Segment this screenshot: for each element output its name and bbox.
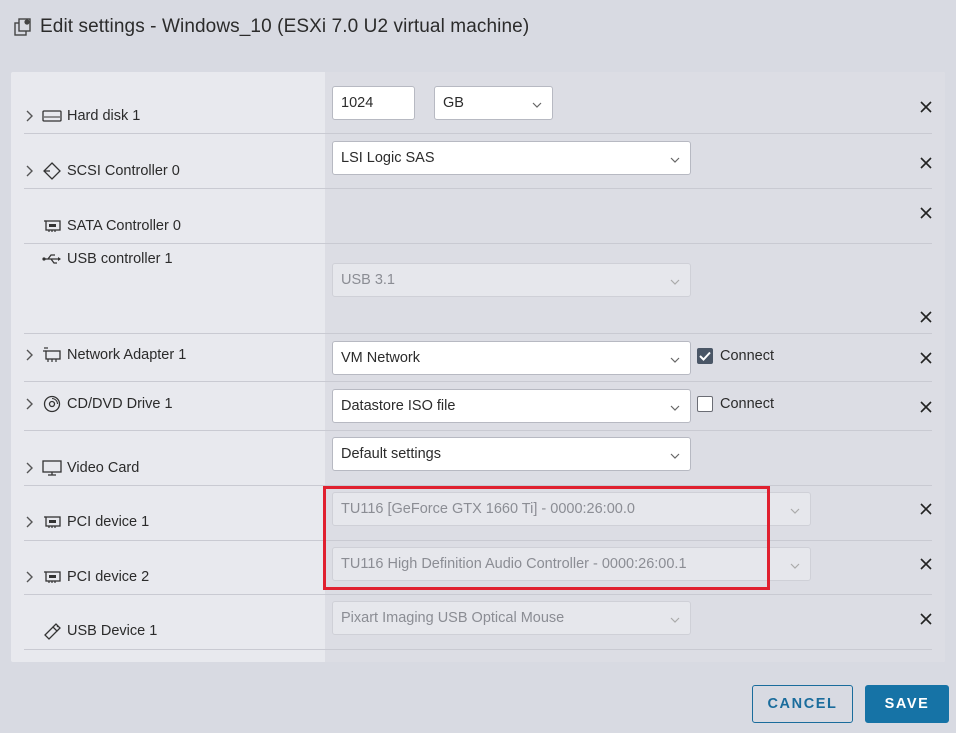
device-label: PCI device 2	[67, 569, 150, 585]
device-row-cd-dvd-drive-1: CD/DVD Drive 1 Datastore ISO file Connec…	[24, 382, 932, 431]
device-label: USB controller 1	[67, 251, 173, 267]
chevron-down-icon	[670, 449, 680, 459]
video-card-select[interactable]: Default settings	[332, 437, 691, 471]
remove-device-button[interactable]	[919, 557, 933, 571]
checkbox-checked-icon[interactable]	[697, 348, 713, 364]
hard-disk-icon	[42, 107, 62, 125]
disk-size-input[interactable]: 1024	[332, 86, 415, 120]
remove-device-button[interactable]	[919, 351, 933, 365]
scsi-controller-icon	[42, 162, 62, 180]
monitor-icon	[42, 459, 62, 477]
network-adapter-icon	[42, 346, 62, 364]
device-label: USB Device 1	[67, 623, 158, 639]
device-label: Network Adapter 1	[67, 347, 187, 363]
chevron-right-icon[interactable]	[24, 106, 36, 126]
chevron-down-icon	[670, 275, 680, 285]
device-row-hard-disk-1: Hard disk 1 1024 GB	[24, 78, 932, 134]
cd-dvd-media-select[interactable]: Datastore ISO file	[332, 389, 691, 423]
network-connect-checkbox[interactable]: Connect	[697, 348, 774, 364]
dialog-title: Edit settings - Windows_10 (ESXi 7.0 U2 …	[14, 14, 529, 40]
chevron-down-icon	[670, 613, 680, 623]
device-label: Hard disk 1	[67, 108, 141, 124]
remove-device-button[interactable]	[919, 612, 933, 626]
save-button[interactable]: SAVE	[865, 685, 949, 723]
chevron-right-icon[interactable]	[24, 345, 36, 365]
device-label: SCSI Controller 0	[67, 163, 180, 179]
remove-device-button[interactable]	[919, 100, 933, 114]
device-row-scsi-controller-0: SCSI Controller 0 LSI Logic SAS	[24, 134, 932, 189]
cancel-button[interactable]: CANCEL	[752, 685, 853, 723]
device-label: CD/DVD Drive 1	[67, 396, 173, 412]
device-label: PCI device 1	[67, 514, 150, 530]
chevron-right-icon[interactable]	[24, 567, 36, 587]
device-row-usb-controller-1: USB controller 1 USB 3.1	[24, 244, 932, 334]
pci-device-icon	[42, 568, 62, 586]
disk-unit-select[interactable]: GB	[434, 86, 553, 120]
device-row-usb-device-1: USB Device 1 Pixart Imaging USB Optical …	[24, 595, 932, 650]
network-select[interactable]: VM Network	[332, 341, 691, 375]
device-label: Video Card	[67, 460, 140, 476]
pci-device-icon	[42, 513, 62, 531]
chevron-down-icon	[670, 353, 680, 363]
remove-device-button[interactable]	[919, 156, 933, 170]
usb-device-select[interactable]: Pixart Imaging USB Optical Mouse	[332, 601, 691, 635]
cd-dvd-icon	[42, 395, 62, 413]
usb-icon	[42, 250, 62, 268]
chevron-right-icon[interactable]	[24, 161, 36, 181]
remove-device-button[interactable]	[919, 502, 933, 516]
remove-device-button[interactable]	[919, 206, 933, 220]
chevron-down-icon	[790, 504, 800, 514]
chevron-right-icon[interactable]	[24, 394, 36, 414]
cd-dvd-connect-checkbox[interactable]: Connect	[697, 396, 774, 412]
remove-device-button[interactable]	[919, 310, 933, 324]
usb-version-select[interactable]: USB 3.1	[332, 263, 691, 297]
chevron-down-icon	[670, 153, 680, 163]
chevron-right-icon[interactable]	[24, 512, 36, 532]
chevron-right-icon[interactable]	[24, 458, 36, 478]
chevron-down-icon	[790, 559, 800, 569]
vm-settings-icon	[14, 18, 32, 36]
dialog-title-text: Edit settings - Windows_10 (ESXi 7.0 U2 …	[40, 16, 530, 37]
remove-device-button[interactable]	[919, 400, 933, 414]
device-label: SATA Controller 0	[67, 218, 181, 234]
chevron-down-icon	[532, 98, 542, 108]
device-row-sata-controller-0: SATA Controller 0	[24, 189, 932, 244]
sata-controller-icon	[42, 217, 62, 235]
checkbox-unchecked-icon[interactable]	[697, 396, 713, 412]
highlight-annotation	[323, 486, 770, 590]
scsi-type-select[interactable]: LSI Logic SAS	[332, 141, 691, 175]
usb-device-icon	[42, 622, 62, 640]
device-row-video-card: Video Card Default settings	[24, 431, 932, 486]
device-row-network-adapter-1: Network Adapter 1 VM Network Connect	[24, 334, 932, 382]
chevron-down-icon	[670, 401, 680, 411]
